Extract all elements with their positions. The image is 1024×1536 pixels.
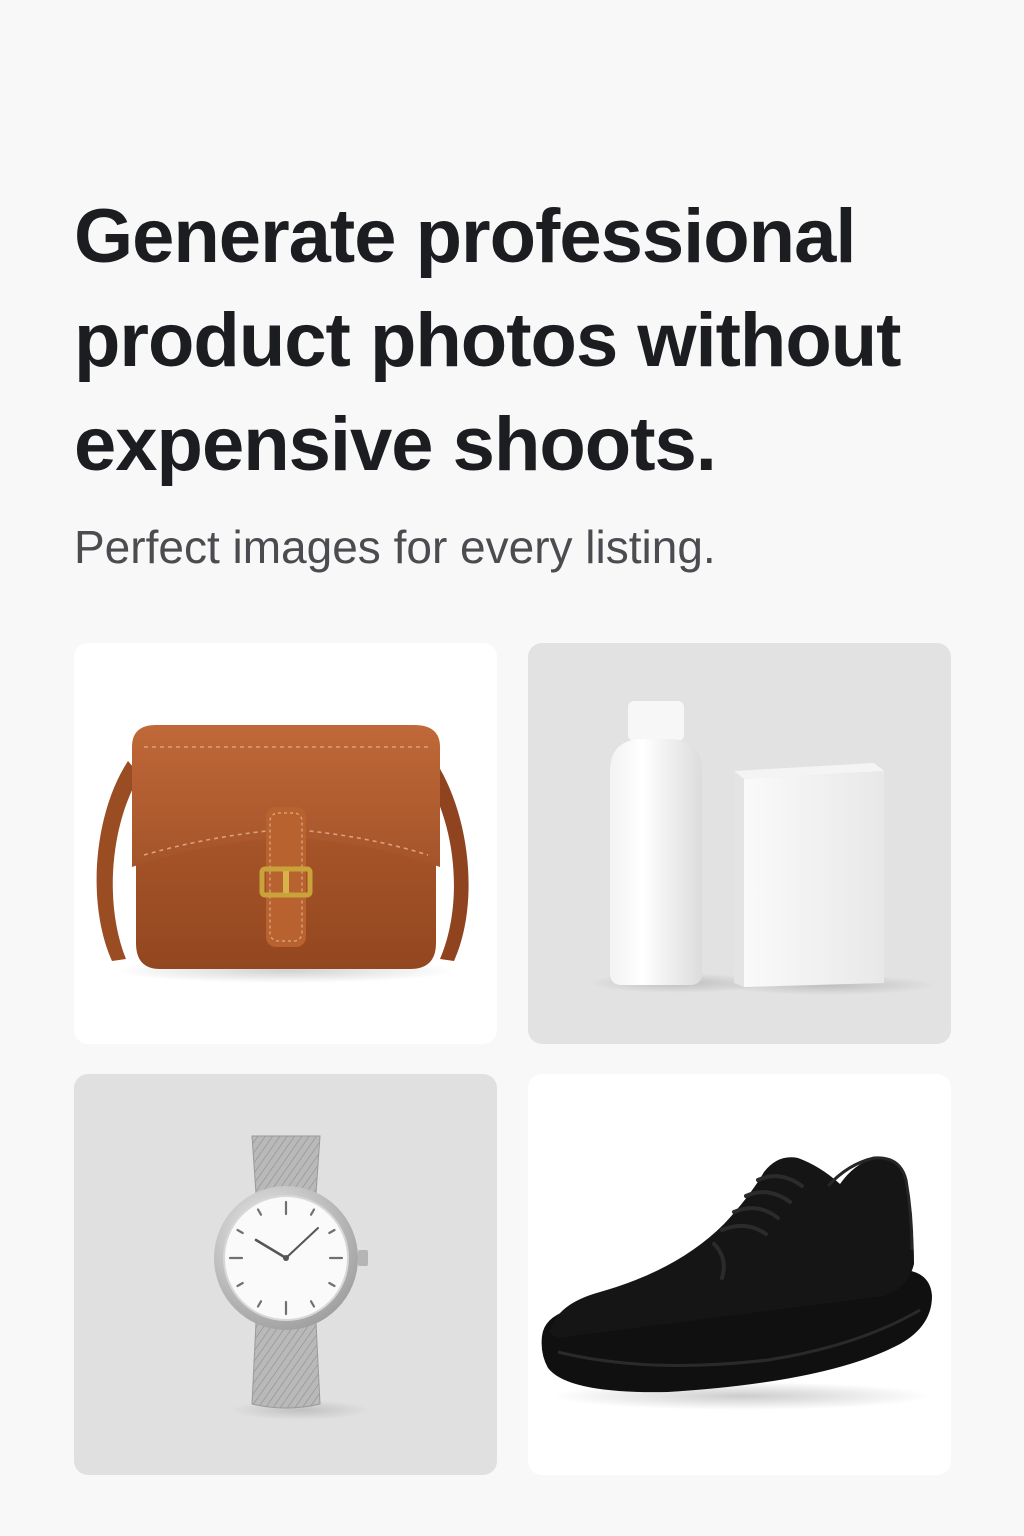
product-card-watch — [74, 1074, 497, 1475]
bottle-box-image — [588, 701, 938, 995]
product-card-bottle-box — [528, 643, 951, 1044]
leather-bag-image — [96, 725, 469, 983]
subheadline: Perfect images for every listing. — [74, 521, 716, 573]
product-gallery — [74, 643, 951, 1475]
product-card-bag — [74, 643, 497, 1044]
hero: Generate professional product photos wit… — [74, 185, 994, 577]
headline: Generate professional product photos wit… — [74, 194, 901, 487]
watch-image — [214, 1135, 370, 1420]
sneaker-image — [541, 1156, 932, 1410]
product-card-sneaker — [528, 1074, 951, 1475]
